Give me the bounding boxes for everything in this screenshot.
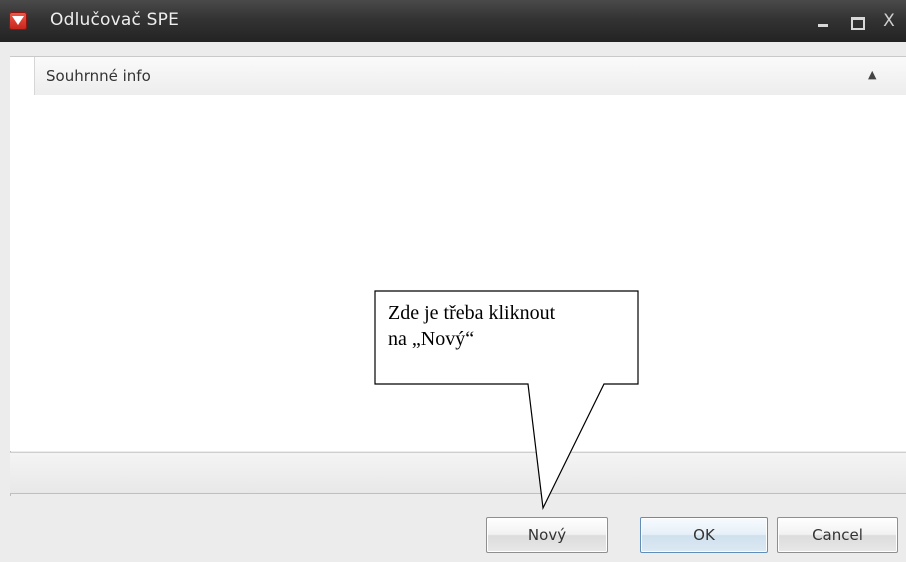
minimize-button[interactable] — [812, 10, 834, 32]
cancel-button[interactable]: Cancel — [777, 517, 898, 553]
status-strip — [10, 452, 906, 494]
content-area — [10, 95, 906, 451]
callout-line-1: Zde je třeba kliknout — [388, 302, 556, 324]
dialog-window: Odlučovač SPE X Souhrnné info ▲ Nový OK … — [0, 0, 906, 562]
callout-line-2: na „Nový“ — [388, 328, 475, 350]
close-button[interactable]: X — [878, 10, 900, 32]
app-icon — [9, 12, 27, 30]
ok-button[interactable]: OK — [640, 517, 768, 553]
new-button[interactable]: Nový — [486, 517, 608, 553]
summary-info-label: Souhrnné info — [46, 67, 151, 85]
callout-text: Zde je třeba kliknout na „Nový“ — [388, 300, 628, 352]
button-bar — [0, 496, 906, 562]
maximize-icon — [851, 17, 865, 30]
collapse-arrow-icon[interactable]: ▲ — [868, 68, 876, 81]
minimize-icon — [818, 24, 828, 27]
summary-info-header[interactable]: Souhrnné info ▲ — [10, 56, 906, 96]
maximize-button[interactable] — [846, 10, 868, 32]
title-bar[interactable]: Odlučovač SPE X — [0, 0, 906, 42]
header-left-cap — [10, 57, 35, 95]
window-title: Odlučovač SPE — [50, 10, 180, 30]
